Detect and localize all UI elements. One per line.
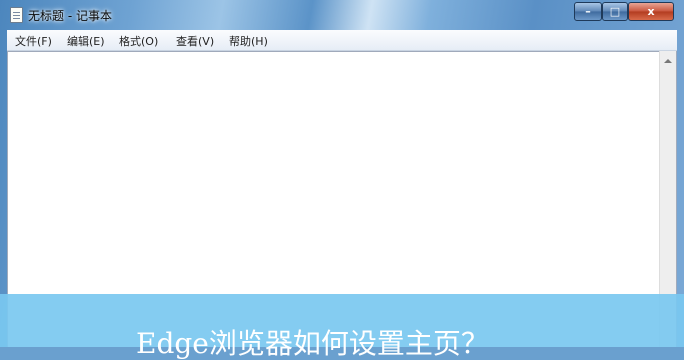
menu-edit[interactable]: 编辑(E) <box>67 33 105 49</box>
menu-file[interactable]: 文件(F) <box>15 33 52 49</box>
menu-help[interactable]: 帮助(H) <box>229 33 268 49</box>
scroll-up-arrow-icon[interactable] <box>664 59 672 63</box>
window-title: 无标题 - 记事本 <box>28 9 112 23</box>
menu-view[interactable]: 查看(V) <box>176 33 214 49</box>
close-button[interactable]: x <box>628 2 674 21</box>
caption-text: Edge浏览器如何设置主页？ <box>136 327 489 360</box>
minimize-button[interactable]: – <box>574 2 602 21</box>
menu-format[interactable]: 格式(O) <box>119 33 158 49</box>
notepad-icon <box>10 7 23 23</box>
maximize-button[interactable]: □ <box>602 2 628 21</box>
title-bar[interactable]: 无标题 - 记事本 – □ x <box>0 0 684 30</box>
menu-bar: 文件(F) 编辑(E) 格式(O) 查看(V) 帮助(H) <box>7 30 677 51</box>
